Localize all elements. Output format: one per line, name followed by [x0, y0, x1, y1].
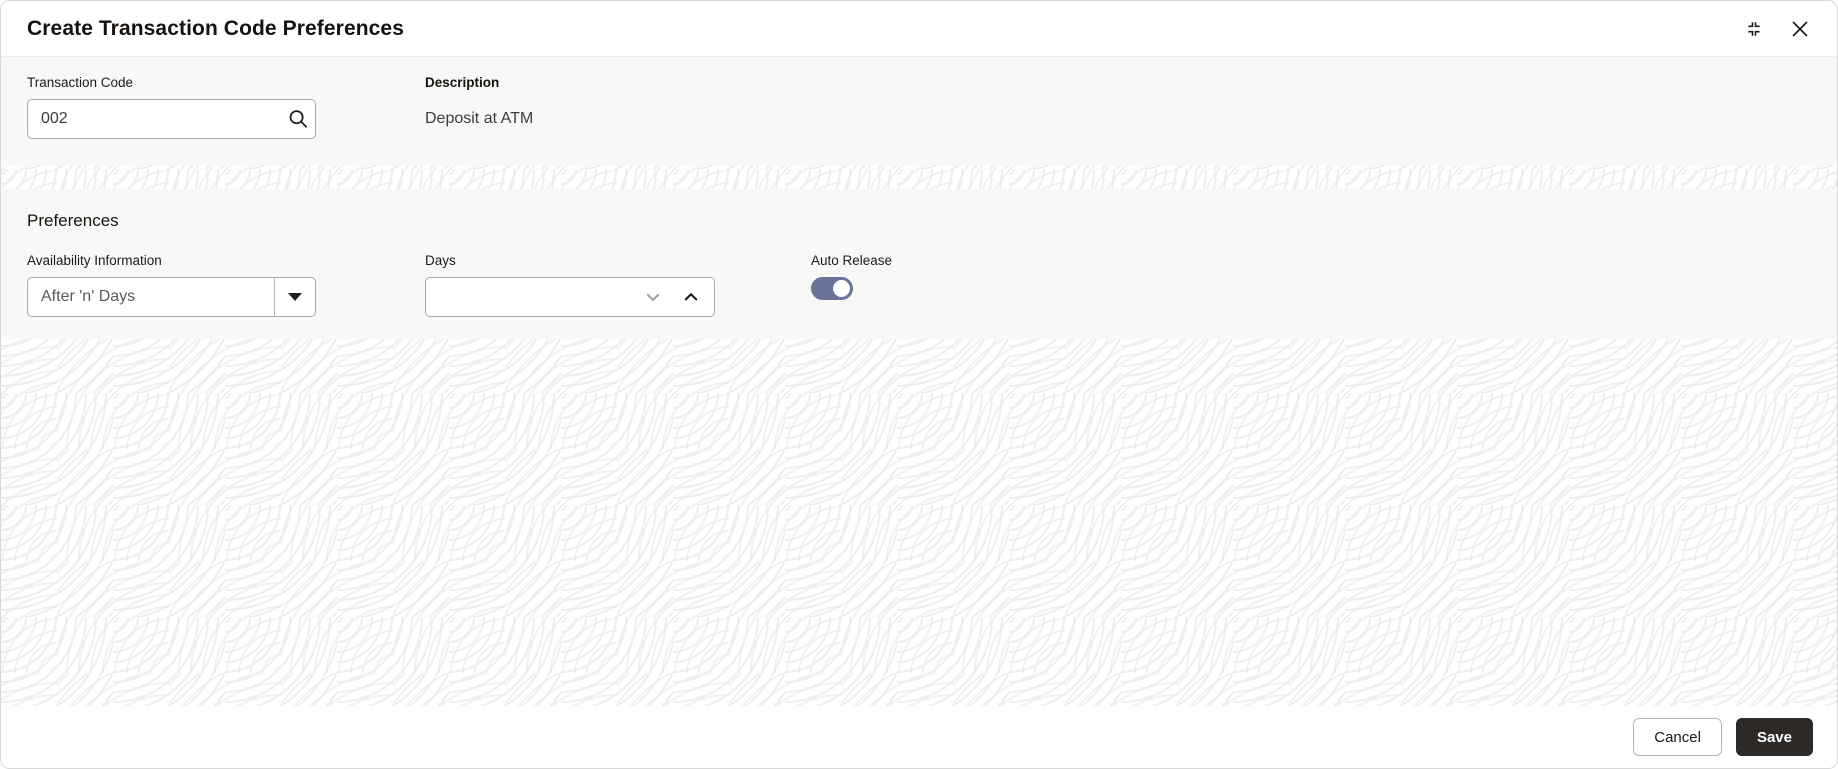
toggle-knob: [833, 280, 850, 297]
save-button[interactable]: Save: [1735, 718, 1813, 756]
preferences-field-row: Availability Information After 'n' Days …: [27, 253, 1811, 317]
collapse-corners-icon[interactable]: [1739, 14, 1769, 44]
availability-group: Availability Information After 'n' Days: [27, 253, 425, 317]
dialog-body: Transaction Code Description Deposit: [1, 57, 1837, 706]
description-label: Description: [425, 75, 500, 90]
cancel-button[interactable]: Cancel: [1633, 718, 1722, 756]
preferences-panel: Preferences Availability Information Aft…: [1, 189, 1837, 339]
header-actions: [1739, 14, 1815, 44]
description-value: Deposit at ATM: [425, 110, 534, 127]
page-title: Create Transaction Code Preferences: [27, 16, 404, 40]
chevron-down-icon[interactable]: [634, 279, 672, 315]
create-transaction-code-preferences-dialog: Create Transaction Code Preferences Tran…: [0, 0, 1838, 769]
preferences-section-title: Preferences: [27, 211, 119, 230]
days-stepper[interactable]: [425, 277, 715, 317]
transaction-code-panel: Transaction Code Description Deposit: [1, 57, 1837, 165]
dialog-footer: Cancel Save: [1, 706, 1837, 768]
auto-release-group: Auto Release: [811, 253, 892, 300]
availability-selected-value: After 'n' Days: [41, 288, 136, 305]
days-group: Days: [425, 253, 811, 317]
days-label: Days: [425, 253, 456, 268]
top-field-row: Transaction Code Description Deposit: [27, 75, 1811, 139]
transaction-code-label: Transaction Code: [27, 75, 134, 90]
availability-label: Availability Information: [27, 253, 162, 268]
caret-down-icon[interactable]: [275, 278, 315, 316]
days-input[interactable]: [426, 288, 634, 306]
auto-release-label: Auto Release: [811, 253, 893, 268]
search-icon[interactable]: [281, 100, 315, 138]
auto-release-toggle[interactable]: [811, 277, 853, 300]
transaction-code-group: Transaction Code: [27, 75, 425, 139]
transaction-code-input-wrap[interactable]: [27, 99, 316, 139]
chevron-up-icon[interactable]: [672, 279, 710, 315]
availability-select[interactable]: After 'n' Days: [27, 277, 316, 317]
description-group: Description Deposit at ATM: [425, 75, 811, 128]
dialog-header: Create Transaction Code Preferences: [1, 1, 1837, 57]
close-icon[interactable]: [1785, 14, 1815, 44]
transaction-code-input[interactable]: [28, 110, 281, 128]
